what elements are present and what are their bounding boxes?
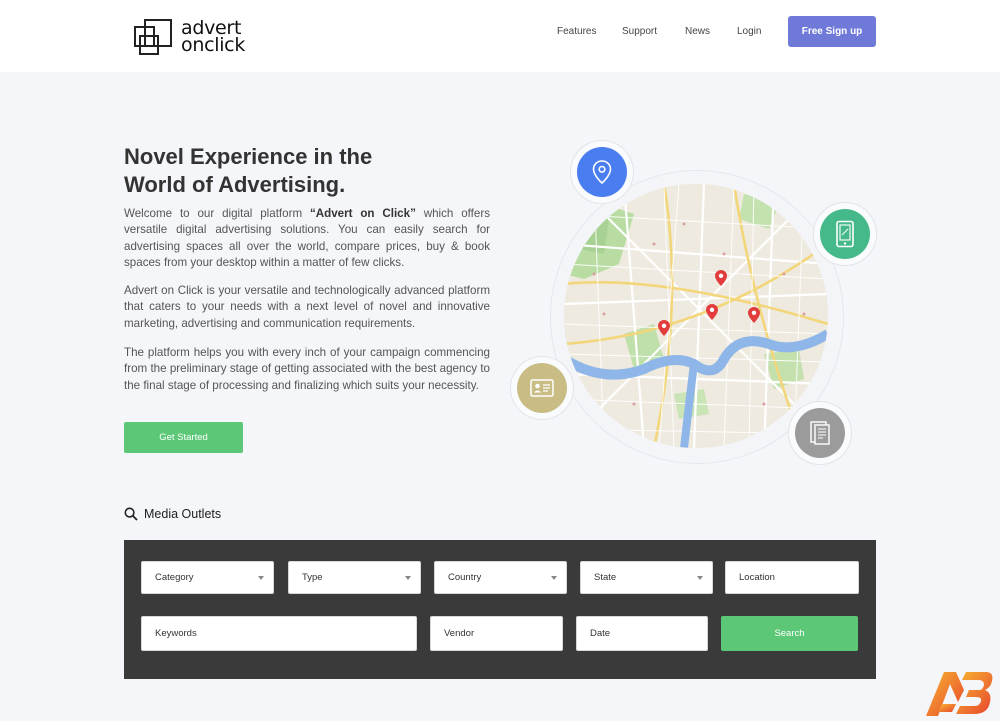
map-marker-icon: [748, 307, 760, 323]
country-select[interactable]: Country: [434, 561, 567, 594]
city-map-image: [564, 184, 828, 448]
search-button[interactable]: Search: [721, 616, 858, 651]
media-outlets-heading: Media Outlets: [124, 507, 221, 521]
chevron-down-icon: [258, 576, 264, 580]
keywords-input[interactable]: Keywords: [141, 616, 417, 651]
state-select[interactable]: State: [580, 561, 713, 594]
state-select-value: State: [594, 572, 617, 583]
hero-title-line-1: Novel Experience in the: [124, 144, 373, 169]
map-drawing: [564, 184, 828, 448]
newspaper-icon: [795, 408, 845, 458]
vendor-input[interactable]: Vendor: [430, 616, 563, 651]
newspaper-feature: [788, 401, 852, 465]
location-pin-icon: [577, 147, 627, 197]
location-input[interactable]: Location: [725, 561, 859, 594]
category-select[interactable]: Category: [141, 561, 274, 594]
logo-squares-icon: [134, 19, 174, 55]
campaign-paragraph: The platform helps you with every inch o…: [124, 346, 490, 392]
type-select[interactable]: Type: [288, 561, 421, 594]
mobile-icon: [820, 209, 870, 259]
country-select-value: Country: [448, 572, 482, 583]
search-icon: [124, 507, 138, 521]
map-marker-icon: [706, 304, 718, 320]
platform-paragraph: Advert on Click is your versatile and te…: [124, 284, 490, 330]
nav-features[interactable]: Features: [557, 26, 596, 37]
mobile-feature: [813, 202, 877, 266]
keywords-placeholder: Keywords: [155, 628, 197, 639]
chevron-down-icon: [405, 576, 411, 580]
header: advert onclick Features Support News Log…: [0, 0, 1000, 72]
logo-text: advert onclick: [181, 19, 246, 56]
map-marker-icon: [658, 320, 670, 336]
category-select-value: Category: [155, 572, 194, 583]
date-placeholder: Date: [590, 628, 611, 639]
vendor-placeholder: Vendor: [444, 628, 475, 639]
id-card-icon: [517, 363, 567, 413]
nav-login[interactable]: Login: [737, 26, 761, 37]
id-card-feature: [510, 356, 574, 420]
intro-pre: Welcome to our digital platform: [124, 207, 310, 220]
type-select-value: Type: [302, 572, 323, 583]
map-marker-icon: [715, 270, 727, 286]
media-outlets-label: Media Outlets: [144, 507, 222, 521]
chevron-down-icon: [697, 576, 703, 580]
hero-title: Novel Experience in the World of Adverti…: [124, 143, 504, 199]
chevron-down-icon: [551, 576, 557, 580]
location-placeholder: Location: [739, 572, 775, 583]
logo[interactable]: advert onclick: [134, 18, 245, 56]
get-started-button[interactable]: Get Started: [124, 422, 243, 453]
intro-brand: “Advert on Click”: [309, 207, 416, 220]
location-feature: [570, 140, 634, 204]
nav-support[interactable]: Support: [622, 26, 657, 37]
logo-line-2: onclick: [181, 34, 246, 56]
date-input[interactable]: Date: [576, 616, 708, 651]
watermark-logo: [926, 672, 993, 716]
nav-news[interactable]: News: [685, 26, 710, 37]
free-signup-button[interactable]: Free Sign up: [788, 16, 876, 47]
intro-paragraph: Welcome to our digital platform “Advert …: [124, 206, 490, 271]
hero-title-line-2: World of Advertising.: [124, 172, 346, 197]
